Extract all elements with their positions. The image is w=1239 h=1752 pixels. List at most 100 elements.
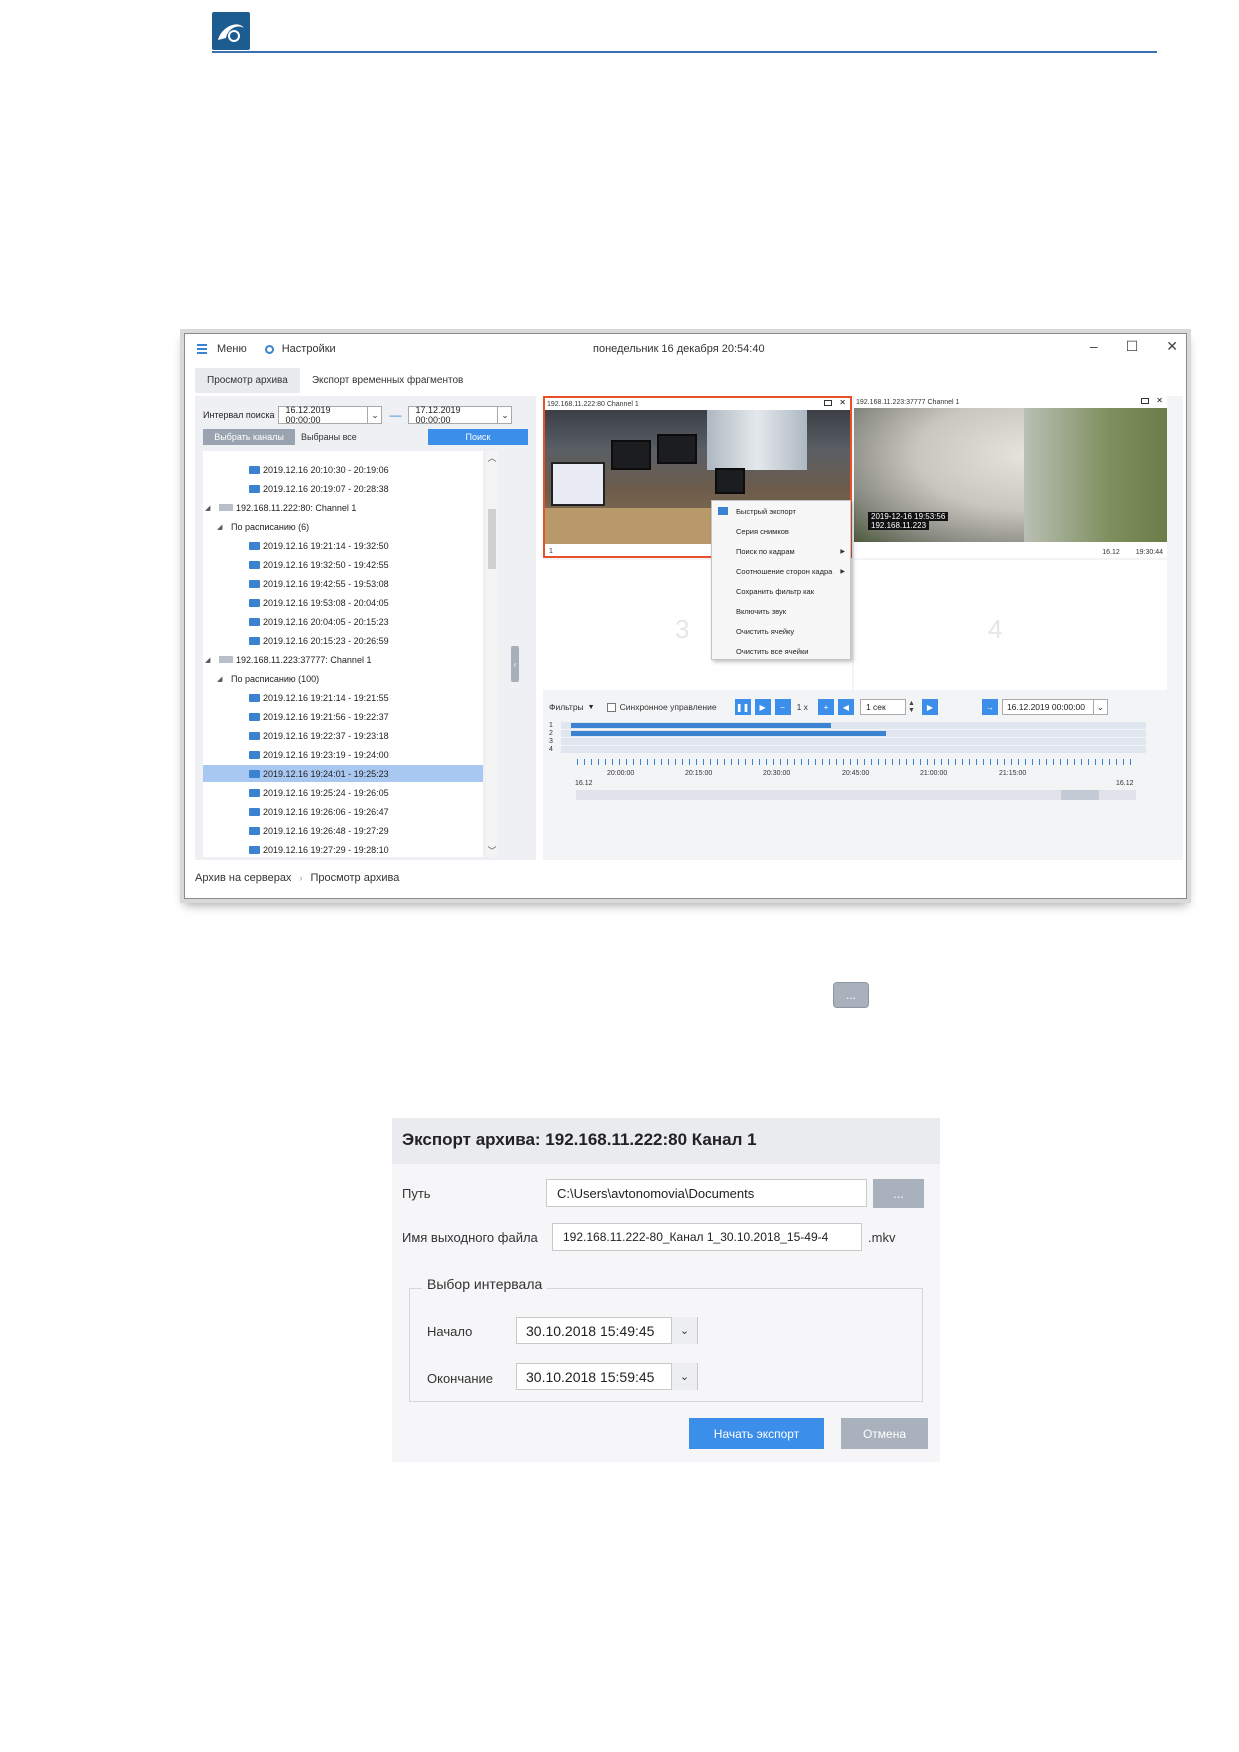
maximize-cell-icon[interactable] xyxy=(824,400,832,406)
tree-record-item[interactable]: 2019.12.16 19:21:14 - 19:21:55 xyxy=(203,689,483,706)
end-datetime-field[interactable]: 30.10.2018 15:59:45 ⌄ xyxy=(516,1363,698,1390)
tree-record-item[interactable]: 2019.12.16 19:22:37 - 19:23:18 xyxy=(203,727,483,744)
step-spinner-icon[interactable]: ▲ ▼ xyxy=(908,699,918,715)
step-back-icon[interactable]: ◀ xyxy=(837,699,854,715)
context-menu-item[interactable]: Соотношение сторон кадра ▶ xyxy=(712,561,852,581)
step-forward-icon[interactable]: ▶ xyxy=(921,699,938,715)
tree-record-item[interactable]: 2019.12.16 19:32:50 - 19:42:55 xyxy=(203,556,483,573)
minimize-icon[interactable]: – xyxy=(1090,338,1098,355)
recording-bar[interactable] xyxy=(571,731,886,736)
caret-down-icon[interactable]: ▼ xyxy=(588,704,595,711)
scroll-thumb[interactable] xyxy=(488,509,496,569)
tree-record-item[interactable]: 2019.12.16 20:19:07 - 20:28:38 xyxy=(203,480,483,497)
maximize-icon[interactable]: ☐ xyxy=(1126,338,1139,355)
frame-ip: 192.168.11.223 xyxy=(868,521,930,530)
go-to-date-field[interactable]: 16.12.2019 00:00:00 ⌄ xyxy=(1001,699,1108,715)
chevron-down-icon[interactable]: ⌄ xyxy=(671,1317,697,1344)
tree-item-label: По расписанию (6) xyxy=(231,521,310,532)
scroll-thumb[interactable] xyxy=(1061,790,1099,800)
chevron-down-icon[interactable]: ⌄ xyxy=(1092,699,1107,715)
slower-icon[interactable]: − xyxy=(774,699,791,715)
start-datetime-field[interactable]: 30.10.2018 15:49:45 ⌄ xyxy=(516,1317,698,1344)
expand-triangle-icon[interactable]: ◢ xyxy=(205,656,213,664)
expand-triangle-icon[interactable]: ◢ xyxy=(205,504,213,512)
menu-button[interactable]: Меню xyxy=(217,343,247,355)
tree-record-item[interactable]: 2019.12.16 19:21:14 - 19:32:50 xyxy=(203,537,483,554)
path-input[interactable]: C:\Users\avtonomovia\Documents xyxy=(546,1179,867,1207)
recording-bar[interactable] xyxy=(571,723,831,728)
timeline-scrollbar[interactable] xyxy=(576,790,1136,800)
context-menu-item[interactable]: Серия снимков xyxy=(712,521,852,541)
close-icon[interactable]: ✕ xyxy=(1166,338,1178,355)
context-menu-item[interactable]: Включить звук xyxy=(712,601,852,621)
timeline-ticks xyxy=(577,759,1137,765)
filename-input[interactable]: 192.168.11.222-80_Канал 1_30.10.2018_15-… xyxy=(552,1223,862,1251)
tree-record-item[interactable]: 2019.12.16 19:25:24 - 19:26:05 xyxy=(203,784,483,801)
context-menu-label: Соотношение сторон кадра xyxy=(736,566,833,576)
breadcrumb-item[interactable]: Архив на серверах xyxy=(195,872,291,884)
context-menu-item[interactable]: Поиск по кадрам ▶ xyxy=(712,541,852,561)
browse-button[interactable]: ... xyxy=(873,1179,924,1208)
chevron-down-icon[interactable]: ⌄ xyxy=(367,407,381,423)
scroll-up-icon[interactable]: ︿ xyxy=(486,451,498,464)
timeline-track[interactable] xyxy=(561,746,1146,753)
choose-channels-button[interactable]: Выбрать каналы xyxy=(203,429,295,445)
context-menu-item[interactable]: Очистить все ячейки xyxy=(712,641,852,661)
tree-record-item[interactable]: 2019.12.16 19:26:06 - 19:26:47 xyxy=(203,803,483,820)
gear-icon[interactable] xyxy=(264,344,274,354)
context-menu-item[interactable]: Сохранить фильтр как xyxy=(712,581,852,601)
date-from-field[interactable]: 16.12.2019 00:00:00 ⌄ xyxy=(278,405,383,425)
scroll-down-icon[interactable]: ﹀ xyxy=(486,844,498,857)
maximize-cell-icon[interactable] xyxy=(1141,398,1149,404)
filters-dropdown[interactable]: Фильтры xyxy=(549,702,584,712)
context-menu-item[interactable]: Быстрый экспорт xyxy=(712,501,852,521)
timeline-track[interactable] xyxy=(561,730,1146,737)
video-cell-2[interactable]: 192.168.11.223:37777 Channel 1 ✕ 2019-12… xyxy=(854,396,1167,558)
collapse-panel-handle[interactable]: ‹ xyxy=(511,646,519,682)
play-icon[interactable]: ▶ xyxy=(754,699,771,715)
date-to-field[interactable]: 17.12.2019 00:00:00 ⌄ xyxy=(408,405,513,425)
timeline-track[interactable] xyxy=(561,722,1146,729)
start-export-button[interactable]: Начать экспорт xyxy=(689,1418,824,1449)
step-input[interactable]: 1 сек xyxy=(859,699,906,715)
tree-record-item[interactable]: 2019.12.16 19:24:01 - 19:25:23 xyxy=(203,765,483,782)
tree-record-item[interactable]: 2019.12.16 19:26:48 - 19:27:29 xyxy=(203,822,483,839)
tree-camera-item[interactable]: ◢ 192.168.11.223:37777: Channel 1 xyxy=(203,651,483,668)
expand-triangle-icon[interactable]: ◢ xyxy=(217,675,225,683)
timeline[interactable]: 1 2 3 4 20:00:00 20:15:00 20:30:00 20:45… xyxy=(549,722,1177,832)
tree-group-item[interactable]: ◢ По расписанию (100) xyxy=(203,670,483,687)
tree-record-item[interactable]: 2019.12.16 20:04:05 - 20:15:23 xyxy=(203,613,483,630)
hamburger-icon[interactable] xyxy=(197,344,207,354)
faster-icon[interactable]: + xyxy=(817,699,834,715)
tree-group-item[interactable]: ◢ По расписанию (6) xyxy=(203,518,483,535)
tab-archive-view[interactable]: Просмотр архива xyxy=(195,368,300,393)
sync-checkbox[interactable] xyxy=(606,702,616,712)
tree-record-item[interactable]: 2019.12.16 19:42:55 - 19:53:08 xyxy=(203,575,483,592)
chevron-down-icon[interactable]: ⌄ xyxy=(671,1363,697,1390)
expand-triangle-icon[interactable]: ◢ xyxy=(217,523,225,531)
tab-export-fragments[interactable]: Экспорт временных фрагментов xyxy=(300,368,476,393)
chevron-down-icon[interactable]: ⌄ xyxy=(497,407,511,423)
timeline-track[interactable] xyxy=(561,738,1146,745)
video-cell-4[interactable]: 4 xyxy=(854,560,1167,690)
context-menu-item[interactable]: Очистить ячейку xyxy=(712,621,852,641)
go-to-date-icon[interactable]: → xyxy=(981,699,998,715)
settings-button[interactable]: Настройки xyxy=(282,343,336,355)
search-button[interactable]: Поиск xyxy=(428,429,528,445)
tree-camera-item[interactable]: ◢ 192.168.11.222:80: Channel 1 xyxy=(203,499,483,516)
dialog-title: Экспорт архива: 192.168.11.222:80 Канал … xyxy=(392,1118,940,1164)
tree-scrollbar[interactable]: ︿ ﹀ xyxy=(486,451,498,857)
tree-record-item[interactable]: 2019.12.16 19:27:29 - 19:28:10 xyxy=(203,841,483,857)
tree-record-item[interactable]: 2019.12.16 19:21:56 - 19:22:37 xyxy=(203,708,483,725)
tick-label: 20:00:00 xyxy=(607,770,635,777)
cancel-button[interactable]: Отмена xyxy=(841,1418,928,1449)
tree-record-item[interactable]: 2019.12.16 20:15:23 - 20:26:59 xyxy=(203,632,483,649)
close-cell-icon[interactable]: ✕ xyxy=(1156,396,1163,405)
close-cell-icon[interactable]: ✕ xyxy=(839,398,846,407)
company-logo xyxy=(212,12,250,50)
tree-record-item[interactable]: 2019.12.16 19:53:08 - 20:04:05 xyxy=(203,594,483,611)
pause-icon[interactable]: ❚❚ xyxy=(734,699,751,715)
tree-record-item[interactable]: 2019.12.16 19:23:19 - 19:24:00 xyxy=(203,746,483,763)
tree-record-item[interactable]: 2019.12.16 20:10:30 - 20:19:06 xyxy=(203,461,483,478)
video-record-icon xyxy=(249,788,260,797)
